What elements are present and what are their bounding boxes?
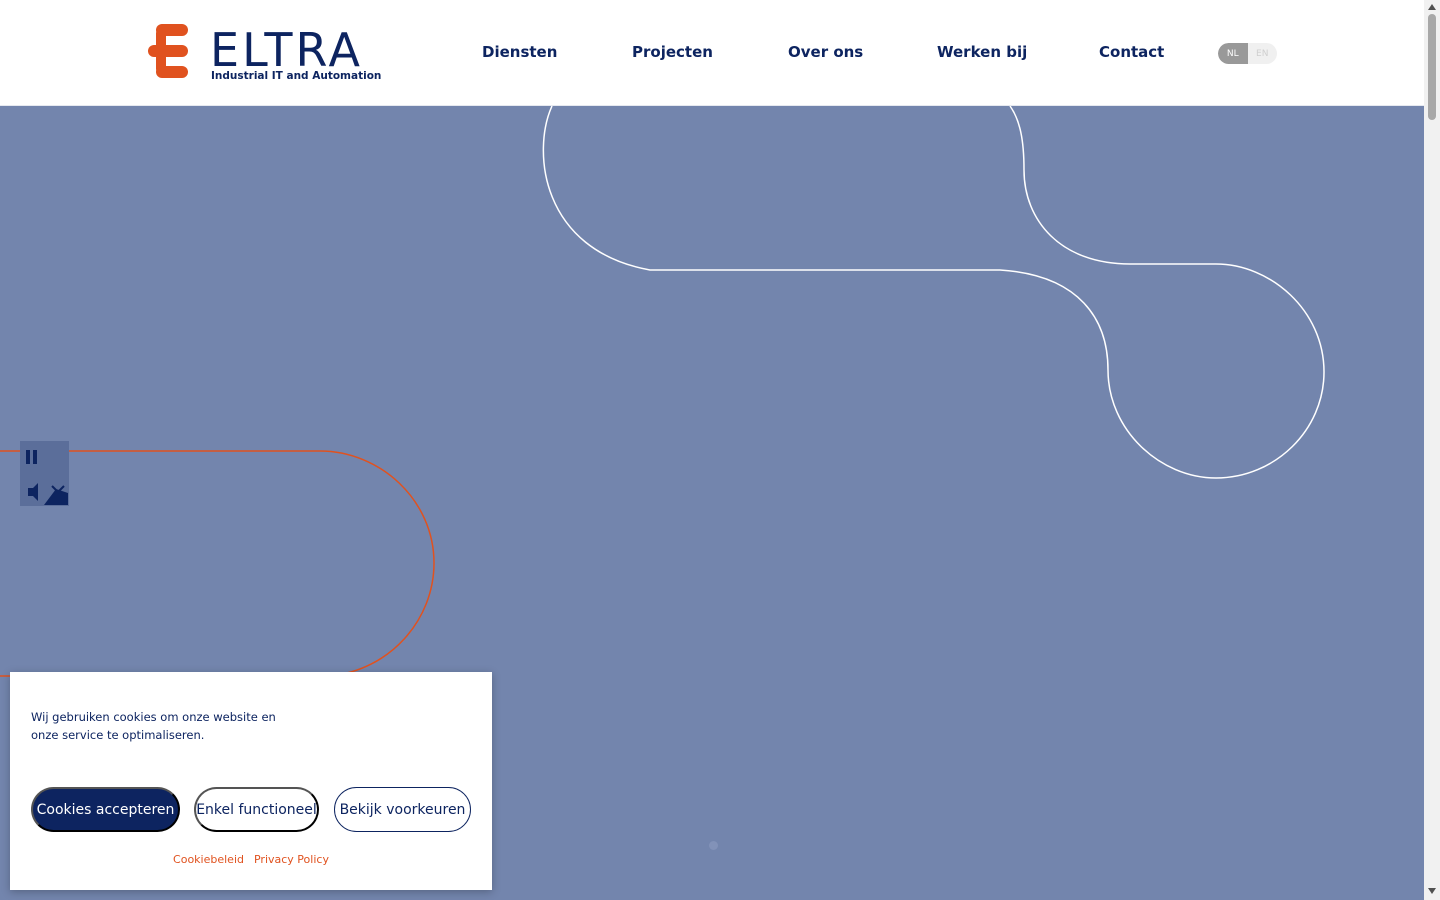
language-switch[interactable]: NL EN	[1218, 43, 1277, 64]
slider-dot[interactable]	[709, 841, 718, 850]
eltra-logo[interactable]: ELTRA Industrial IT and Automation	[148, 23, 381, 84]
language-option-nl[interactable]: NL	[1218, 43, 1248, 64]
eltra-logo-mark-icon	[148, 24, 188, 78]
site-header: ELTRA Industrial IT and Automation Diens…	[0, 0, 1424, 106]
white-curve-line	[542, 106, 1325, 479]
privacy-policy-link[interactable]: Privacy Policy	[254, 853, 329, 866]
video-controls	[20, 441, 69, 506]
nav-item-projecten[interactable]: Projecten	[632, 43, 713, 61]
cookie-message: Wij gebruiken cookies om onze website en…	[31, 710, 276, 742]
speaker-muted-icon[interactable]	[24, 479, 68, 505]
page-scrollbar[interactable]	[1424, 0, 1440, 900]
scrollbar-thumb[interactable]	[1428, 14, 1436, 120]
cookie-banner: Wij gebruiken cookies om onze website en…	[10, 672, 492, 890]
nav-item-contact[interactable]: Contact	[1099, 43, 1164, 61]
nav-item-werken-bij[interactable]: Werken bij	[937, 43, 1027, 61]
cookie-links: Cookiebeleid Privacy Policy	[10, 853, 492, 866]
cookie-policy-link[interactable]: Cookiebeleid	[173, 853, 244, 866]
scroll-up-icon[interactable]	[1428, 3, 1436, 11]
language-option-en[interactable]: EN	[1248, 43, 1278, 64]
view-preferences-button[interactable]: Bekijk voorkeuren	[334, 787, 471, 832]
functional-only-button[interactable]: Enkel functioneel	[194, 787, 319, 832]
brand-tagline: Industrial IT and Automation	[211, 70, 382, 82]
scroll-down-icon[interactable]	[1428, 887, 1436, 895]
nav-item-diensten[interactable]: Diensten	[482, 43, 557, 61]
accept-cookies-button[interactable]: Cookies accepteren	[31, 787, 180, 832]
nav-item-over-ons[interactable]: Over ons	[788, 43, 863, 61]
brand-name: ELTRA	[210, 23, 364, 77]
pause-icon[interactable]	[25, 449, 39, 465]
